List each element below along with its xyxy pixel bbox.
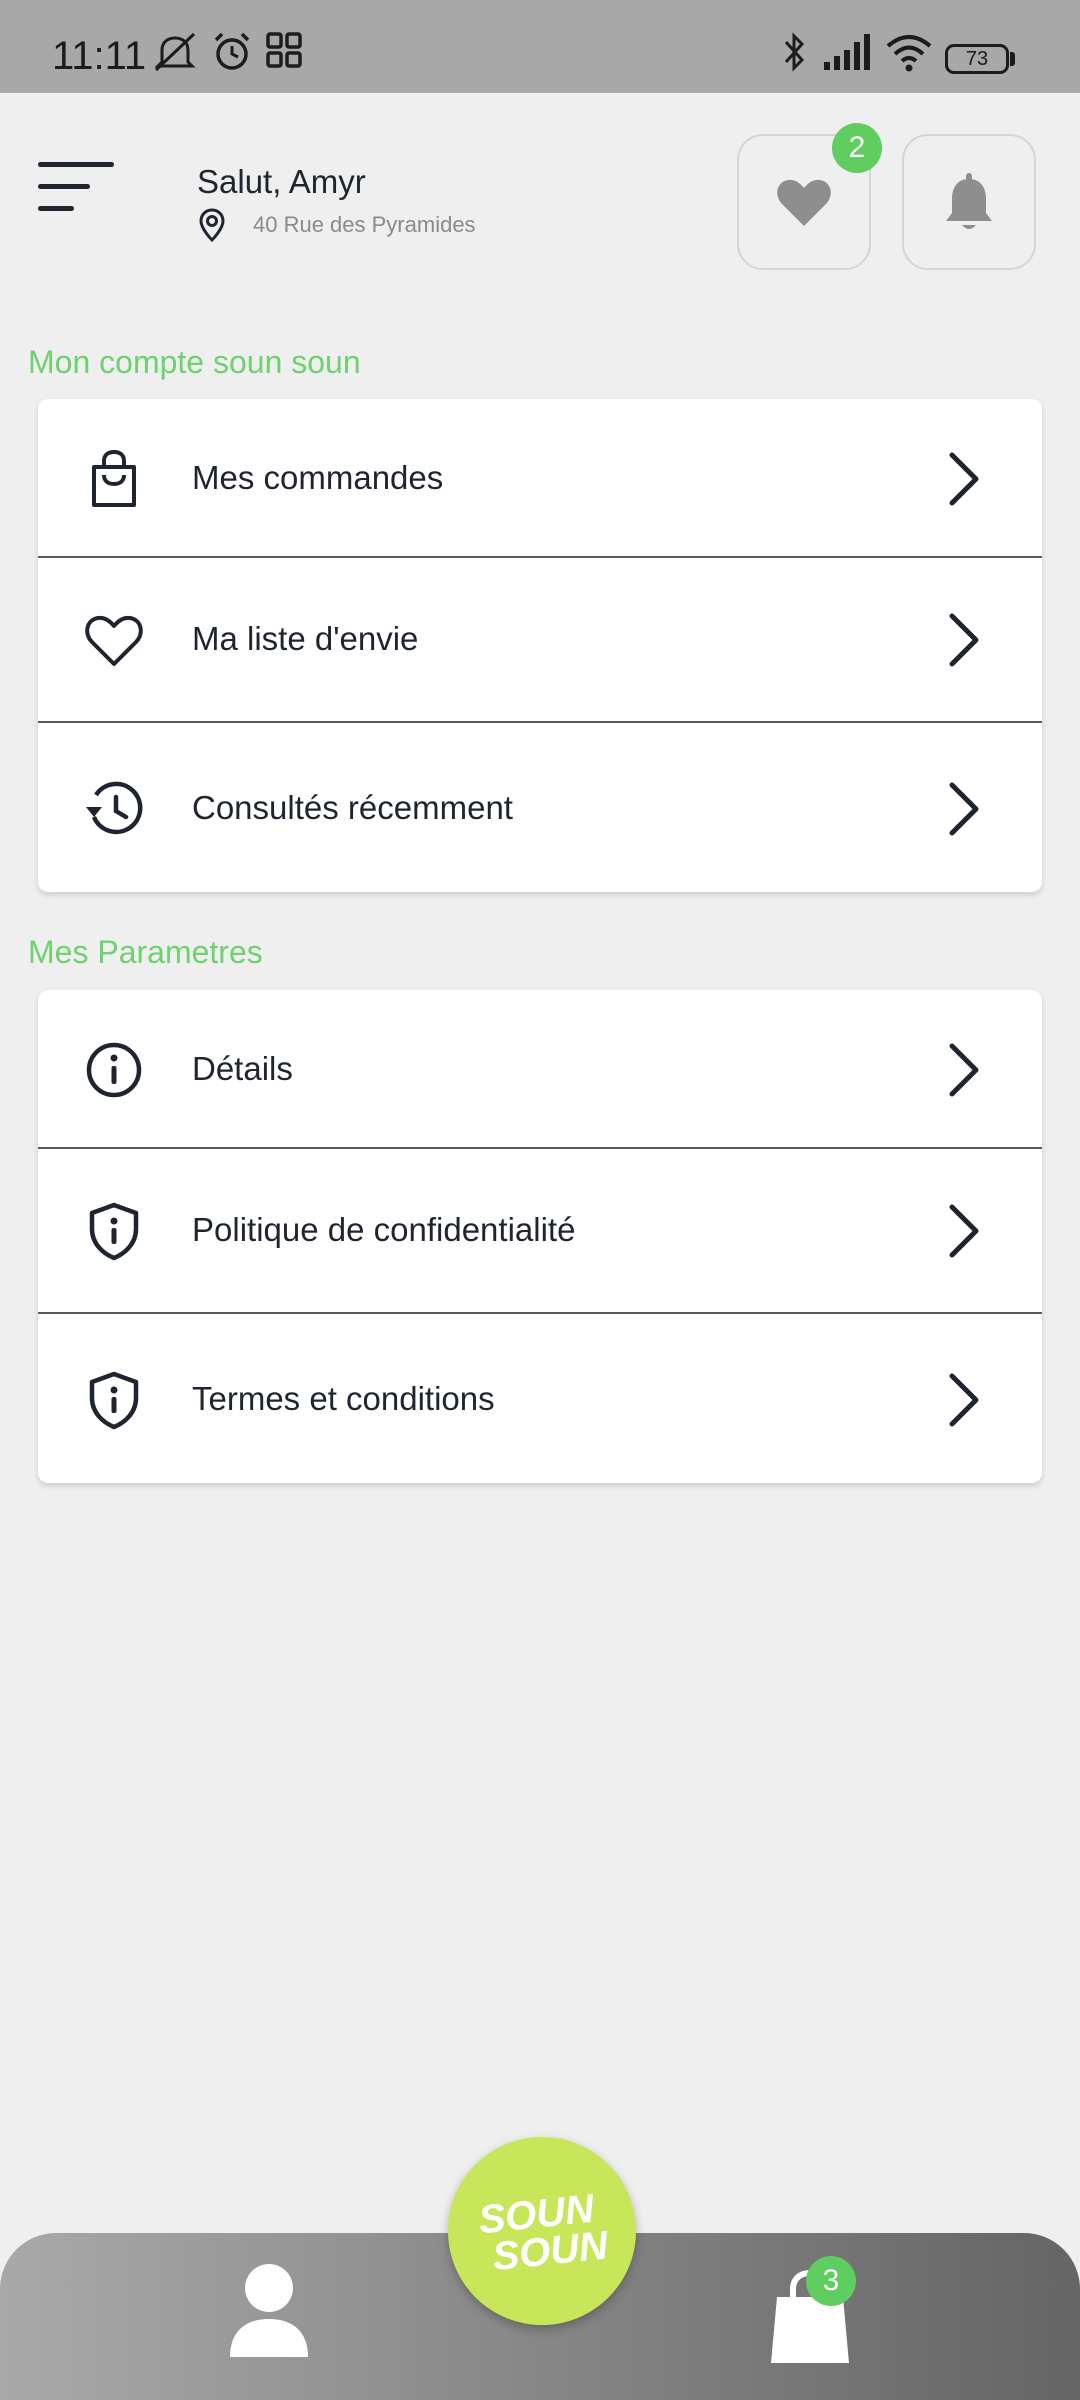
user-icon[interactable] [226, 2261, 312, 2361]
signal-icon [824, 34, 870, 70]
heart-outline-icon [85, 615, 143, 666]
chevron-right-icon [949, 1204, 979, 1258]
greeting: Salut, Amyr [197, 163, 366, 200]
notifications-button[interactable] [902, 134, 1036, 270]
menu-item-terms[interactable]: Termes et conditions [38, 1314, 1042, 1483]
favorites-badge: 2 [832, 123, 882, 173]
chevron-right-icon [949, 1373, 979, 1427]
shield-info-icon [89, 1371, 139, 1430]
soun-soun-logo: SOUN SOUN [476, 2186, 611, 2279]
address-row: 40 Rue des Pyramides [197, 208, 476, 242]
menu-item-label: Termes et conditions [192, 1380, 495, 1417]
bell-icon [946, 173, 992, 229]
cart-badge: 3 [806, 2256, 856, 2306]
menu-item-label: Politique de confidentialité [192, 1211, 576, 1248]
menu-item-label: Ma liste d'envie [192, 620, 419, 657]
heart-icon [777, 179, 831, 226]
account-section-title: Mon compte soun soun [28, 344, 361, 380]
chevron-right-icon [949, 613, 979, 667]
info-icon [86, 1042, 142, 1098]
shopping-bag-icon [92, 449, 136, 507]
menu-item-label: Consultés récemment [192, 789, 513, 826]
chevron-right-icon [949, 452, 979, 506]
wifi-icon [886, 35, 932, 72]
chevron-right-icon [949, 1043, 979, 1097]
menu-item-wishlist[interactable]: Ma liste d'envie [38, 558, 1042, 723]
settings-card: Détails Politique de confidentialité Ter… [38, 990, 1042, 1483]
mute-icon [154, 32, 196, 72]
status-time: 11:11 [52, 34, 147, 78]
menu-item-label: Détails [192, 1050, 293, 1087]
home-logo-button[interactable]: SOUN SOUN [448, 2137, 636, 2325]
menu-item-orders[interactable]: Mes commandes [38, 399, 1042, 558]
chevron-right-icon [949, 782, 979, 836]
battery-icon: 73 [945, 44, 1009, 74]
menu-item-recently-viewed[interactable]: Consultés récemment [38, 723, 1042, 892]
alarm-icon [214, 32, 250, 70]
bluetooth-icon [784, 32, 805, 72]
apps-icon [266, 32, 302, 68]
shield-info-icon [89, 1202, 139, 1261]
address: 40 Rue des Pyramides [253, 212, 476, 237]
location-pin-icon [199, 208, 225, 242]
account-card: Mes commandes Ma liste d'envie Consultés… [38, 399, 1042, 892]
settings-section-title: Mes Parametres [28, 934, 263, 970]
menu-item-details[interactable]: Détails [38, 990, 1042, 1149]
battery-tip [1010, 52, 1015, 66]
menu-icon[interactable] [38, 160, 118, 216]
menu-item-privacy-policy[interactable]: Politique de confidentialité [38, 1149, 1042, 1314]
status-bar: 11:11 73 [0, 0, 1080, 93]
menu-item-label: Mes commandes [192, 459, 444, 496]
history-icon [86, 781, 143, 835]
